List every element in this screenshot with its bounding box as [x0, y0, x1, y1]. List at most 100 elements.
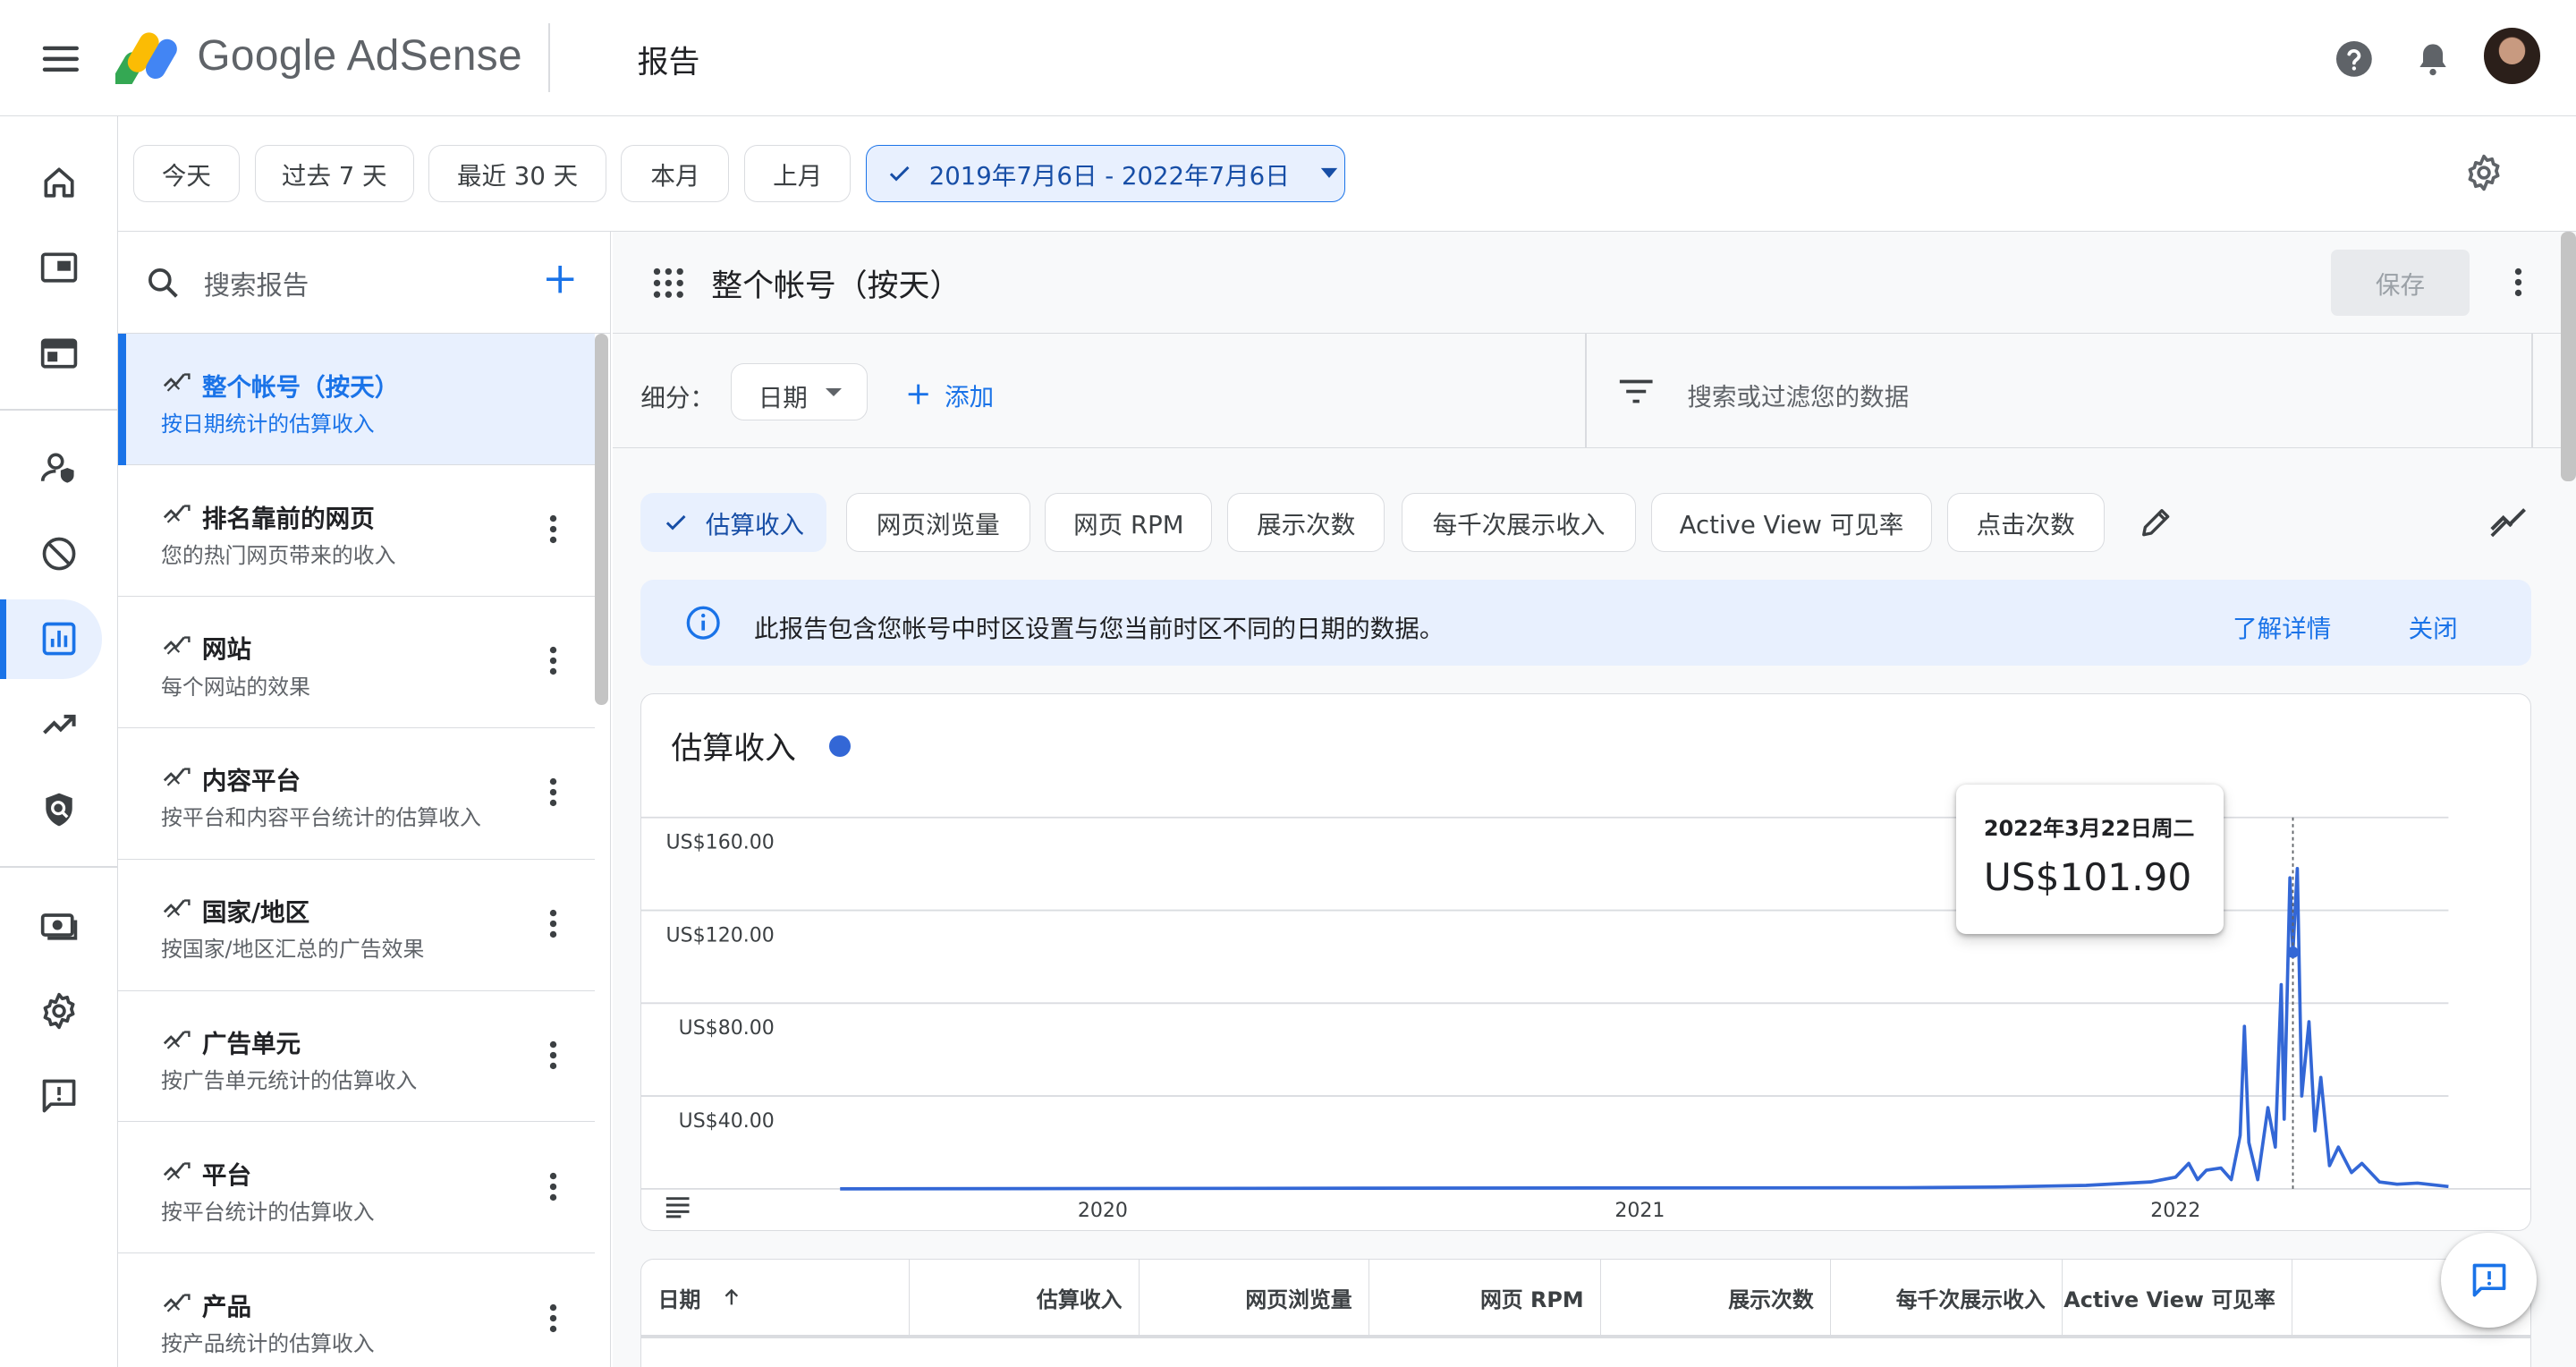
table-header[interactable]: 展示次数	[1601, 1259, 1832, 1336]
scrollbar[interactable]	[2561, 231, 2576, 482]
compare-icon[interactable]	[2490, 505, 2529, 538]
adsense-logo-icon	[114, 28, 181, 84]
table-header[interactable]: 网页 RPM	[1369, 1259, 1601, 1336]
dimension-select[interactable]: 日期	[731, 362, 868, 421]
sites-icon[interactable]	[0, 228, 118, 307]
table-header[interactable]: Active View 可见率	[2063, 1259, 2293, 1336]
metric-chip-impressions[interactable]: 展示次数	[1227, 493, 1385, 553]
report-list-item[interactable]: 国家/地区按国家/地区汇总的广告效果	[118, 860, 595, 991]
report-list-item[interactable]: 内容平台 按平台和内容平台统计的估算收入	[118, 728, 595, 860]
hover-point	[2287, 947, 2300, 958]
close-banner-button[interactable]: 关闭	[2409, 608, 2458, 644]
ads-icon[interactable]	[0, 314, 118, 393]
metric-chip-page-rpm[interactable]: 网页 RPM	[1045, 493, 1213, 553]
report-list-item[interactable]: 产品 按产品统计的估算收入	[118, 1253, 595, 1367]
y-tick-label: US$120.00	[666, 925, 775, 947]
chart-card: 估算收入 US$40.00 US$80.00 US$120.00 US$160.00 2…	[640, 693, 2532, 1231]
learn-more-link[interactable]: 了解详情	[2233, 608, 2331, 644]
metric-chip-active-view[interactable]: Active View 可见率	[1650, 493, 1932, 553]
brand-name[interactable]: Google AdSense	[197, 31, 522, 81]
report-icon	[163, 764, 192, 787]
blocking-controls-icon[interactable]	[0, 514, 118, 593]
date-chip-last-month[interactable]: 上月	[744, 144, 852, 202]
report-settings-icon[interactable]	[2464, 153, 2504, 192]
report-main: 整个帐号（按天） 保存 细分： 日期 添加 搜索或过滤您的数据 估算收入 网页浏…	[613, 231, 2576, 1367]
more-options-icon[interactable]	[548, 909, 558, 938]
settings-icon[interactable]	[0, 972, 118, 1050]
date-chip-today[interactable]: 今天	[132, 144, 241, 202]
menu-icon[interactable]	[39, 38, 82, 81]
tooltip-date: 2022年3月22日周二	[1983, 816, 2195, 842]
table-header[interactable]: 网页浏览量	[1140, 1259, 1369, 1336]
report-list-panel: 搜索报告 整个帐号（按天） 按日期统计的估算收入 排名靠前的网页 您的热门网页带来的收…	[118, 231, 612, 1367]
more-options-icon[interactable]	[548, 1040, 558, 1070]
divider	[0, 865, 119, 868]
edit-metrics-icon[interactable]	[2138, 505, 2174, 540]
chart-legend-toggle-icon[interactable]	[665, 1195, 691, 1218]
tooltip-value: US$101.90	[1983, 855, 2192, 900]
apps-grid-icon[interactable]	[652, 267, 685, 300]
avatar[interactable]	[2484, 28, 2540, 84]
add-dimension-button[interactable]: 添加	[905, 377, 994, 412]
report-search[interactable]: 搜索报告	[118, 232, 611, 334]
report-list-item[interactable]: 网站 每个网站的效果	[118, 597, 595, 728]
add-report-icon[interactable]	[542, 261, 578, 297]
more-options-icon[interactable]	[2513, 267, 2523, 297]
table-header[interactable]: 每千次展示收入	[1831, 1259, 2063, 1336]
report-list-item[interactable]: 平台 按平台统计的估算收入	[118, 1122, 595, 1254]
home-icon[interactable]	[0, 143, 118, 222]
page-title: 报告	[637, 45, 700, 81]
date-chip-last-7-days[interactable]: 过去 7 天	[254, 144, 414, 202]
divider	[1585, 333, 1588, 449]
help-icon[interactable]	[2333, 38, 2376, 81]
feedback-fab[interactable]	[2441, 1232, 2537, 1329]
reports-icon[interactable]	[0, 599, 118, 679]
report-item-title: 国家/地区	[201, 898, 310, 928]
privacy-messaging-icon[interactable]	[0, 429, 118, 507]
table-header[interactable]: 估算收入	[910, 1259, 1140, 1336]
metric-chip-estimated-earnings[interactable]: 估算收入	[640, 493, 826, 553]
scrollbar[interactable]	[594, 333, 608, 705]
search-input[interactable]: 搜索报告	[204, 265, 309, 302]
chart-tooltip: 2022年3月22日周二 US$101.90	[1955, 785, 2224, 935]
report-item-title: 产品	[201, 1293, 252, 1322]
more-options-icon[interactable]	[548, 777, 558, 807]
more-options-icon[interactable]	[548, 646, 558, 675]
search-icon	[148, 267, 178, 298]
metric-chip-impression-rpm[interactable]: 每千次展示收入	[1401, 493, 1637, 553]
report-table: 日期 估算收入 网页浏览量 网页 RPM 展示次数 每千次展示收入 Active…	[640, 1258, 2532, 1367]
payments-icon[interactable]	[0, 886, 118, 964]
plus-icon	[908, 384, 928, 404]
report-icon	[163, 896, 192, 919]
optimization-icon[interactable]	[0, 685, 118, 764]
report-list-item[interactable]: 广告单元 按广告单元统计的估算收入	[118, 991, 595, 1123]
date-range-picker[interactable]: 2019年7月6日 - 2022年7月6日	[865, 144, 1346, 202]
policy-center-icon[interactable]	[0, 770, 118, 849]
feedback-icon[interactable]	[0, 1057, 118, 1135]
top-app-bar: Google AdSense 报告	[0, 0, 2576, 117]
report-list-item[interactable]: 整个帐号（按天） 按日期统计的估算收入	[118, 333, 595, 465]
date-chip-this-month[interactable]: 本月	[621, 144, 730, 202]
report-item-subtitle: 按平台统计的估算收入	[160, 1200, 375, 1226]
more-options-icon[interactable]	[548, 514, 558, 544]
table-header-date[interactable]: 日期	[641, 1259, 910, 1336]
report-icon	[163, 501, 192, 524]
report-list-item[interactable]: 排名靠前的网页 您的热门网页带来的收入	[118, 465, 595, 597]
save-button[interactable]: 保存	[2331, 250, 2470, 316]
report-item-subtitle: 按国家/地区汇总的广告效果	[160, 937, 425, 963]
metric-chip-clicks[interactable]: 点击次数	[1946, 493, 2105, 553]
report-icon	[163, 1290, 192, 1313]
earnings-chart[interactable]: US$40.00 US$80.00 US$120.00 US$160.00 2020 20…	[641, 694, 2531, 1228]
filter-input[interactable]: 搜索或过滤您的数据	[1687, 377, 1909, 412]
check-icon	[889, 166, 910, 182]
nav-rail	[0, 116, 119, 1367]
y-tick-label: US$40.00	[679, 1110, 775, 1133]
metric-chip-page-views[interactable]: 网页浏览量	[845, 493, 1030, 553]
more-options-icon[interactable]	[548, 1303, 558, 1333]
info-icon	[686, 606, 720, 640]
more-options-icon[interactable]	[548, 1172, 558, 1201]
report-item-subtitle: 按平台和内容平台统计的估算收入	[160, 805, 481, 831]
notifications-icon[interactable]	[2413, 38, 2453, 81]
caret-down-icon	[1320, 168, 1338, 179]
date-chip-last-30-days[interactable]: 最近 30 天	[428, 144, 606, 202]
